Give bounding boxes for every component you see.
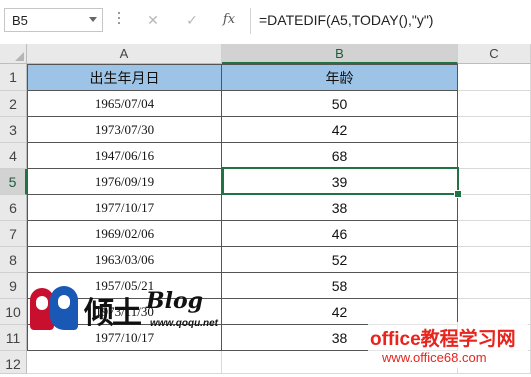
row-header-10[interactable]: 10: [0, 299, 27, 325]
cell-b3[interactable]: 42: [222, 117, 458, 143]
watermark-office-title: office教程学习网: [370, 329, 516, 350]
formula-bar-area: B5 ✕ ✓ fx =DATEDIF(A5,TODAY(),"y"): [0, 0, 531, 43]
formula-divider: [250, 8, 251, 34]
cell-b4[interactable]: 68: [222, 143, 458, 169]
cell-a5[interactable]: 1976/09/19: [27, 169, 222, 195]
cell-b5[interactable]: 39: [222, 169, 458, 195]
row-header-3[interactable]: 3: [0, 117, 27, 143]
cell-c1[interactable]: [458, 64, 531, 91]
fill-handle[interactable]: [454, 190, 462, 198]
cell-c8[interactable]: [458, 247, 531, 273]
cell-c3[interactable]: [458, 117, 531, 143]
cell-c4[interactable]: [458, 143, 531, 169]
watermark-logo-q-icon: [50, 286, 78, 330]
cell-a12[interactable]: [27, 351, 222, 374]
watermark-brand: 倾土: [84, 296, 142, 331]
office-watermark: office教程学习网 www.office68.com: [368, 322, 528, 368]
cell-a3[interactable]: 1973/07/30: [27, 117, 222, 143]
cell-a6[interactable]: 1977/10/17: [27, 195, 222, 221]
cell-a2[interactable]: 1965/07/04: [27, 91, 222, 117]
cell-c9[interactable]: [458, 273, 531, 299]
cell-b7[interactable]: 46: [222, 221, 458, 247]
row-header-7[interactable]: 7: [0, 221, 27, 247]
drag-handle-icon[interactable]: [118, 12, 121, 28]
row-header-5[interactable]: 5: [0, 169, 27, 195]
row-header-8[interactable]: 8: [0, 247, 27, 273]
watermark-blog-word: Blog: [146, 288, 204, 314]
name-box[interactable]: B5: [4, 8, 103, 32]
cell-b2[interactable]: 50: [222, 91, 458, 117]
row-header-4[interactable]: 4: [0, 143, 27, 169]
cell-a4[interactable]: 1947/06/16: [27, 143, 222, 169]
formula-input[interactable]: =DATEDIF(A5,TODAY(),"y"): [252, 8, 531, 34]
cancel-icon[interactable]: ✕: [141, 9, 165, 31]
cell-c7[interactable]: [458, 221, 531, 247]
blog-watermark: 倾土 Blog www.qoqu.net: [28, 282, 243, 342]
cell-b8[interactable]: 52: [222, 247, 458, 273]
cell-a1[interactable]: 出生年月日: [27, 64, 222, 91]
insert-function-icon[interactable]: fx: [217, 9, 241, 31]
select-all-icon: [15, 52, 24, 61]
cell-c6[interactable]: [458, 195, 531, 221]
cell-a7[interactable]: 1969/02/06: [27, 221, 222, 247]
chevron-down-icon[interactable]: [89, 17, 97, 22]
column-header-a[interactable]: A: [27, 44, 222, 64]
row-header-2[interactable]: 2: [0, 91, 27, 117]
row-header-1[interactable]: 1: [0, 64, 27, 91]
row-header-9[interactable]: 9: [0, 273, 27, 299]
cell-b6[interactable]: 38: [222, 195, 458, 221]
row-header-12[interactable]: 12: [0, 351, 27, 374]
select-all-corner[interactable]: [0, 44, 27, 64]
watermark-office-url: www.office68.com: [382, 350, 487, 365]
cell-c2[interactable]: [458, 91, 531, 117]
row-header-11[interactable]: 11: [0, 325, 27, 351]
row-header-6[interactable]: 6: [0, 195, 27, 221]
cell-a8[interactable]: 1963/03/06: [27, 247, 222, 273]
cell-b1[interactable]: 年龄: [222, 64, 458, 91]
confirm-icon[interactable]: ✓: [180, 9, 204, 31]
name-box-value: B5: [12, 13, 28, 28]
cell-b9[interactable]: 58: [222, 273, 458, 299]
cell-c5[interactable]: [458, 169, 531, 195]
column-header-c[interactable]: C: [458, 44, 531, 64]
column-header-b[interactable]: B: [222, 44, 458, 64]
watermark-blog-url: www.qoqu.net: [150, 318, 218, 329]
